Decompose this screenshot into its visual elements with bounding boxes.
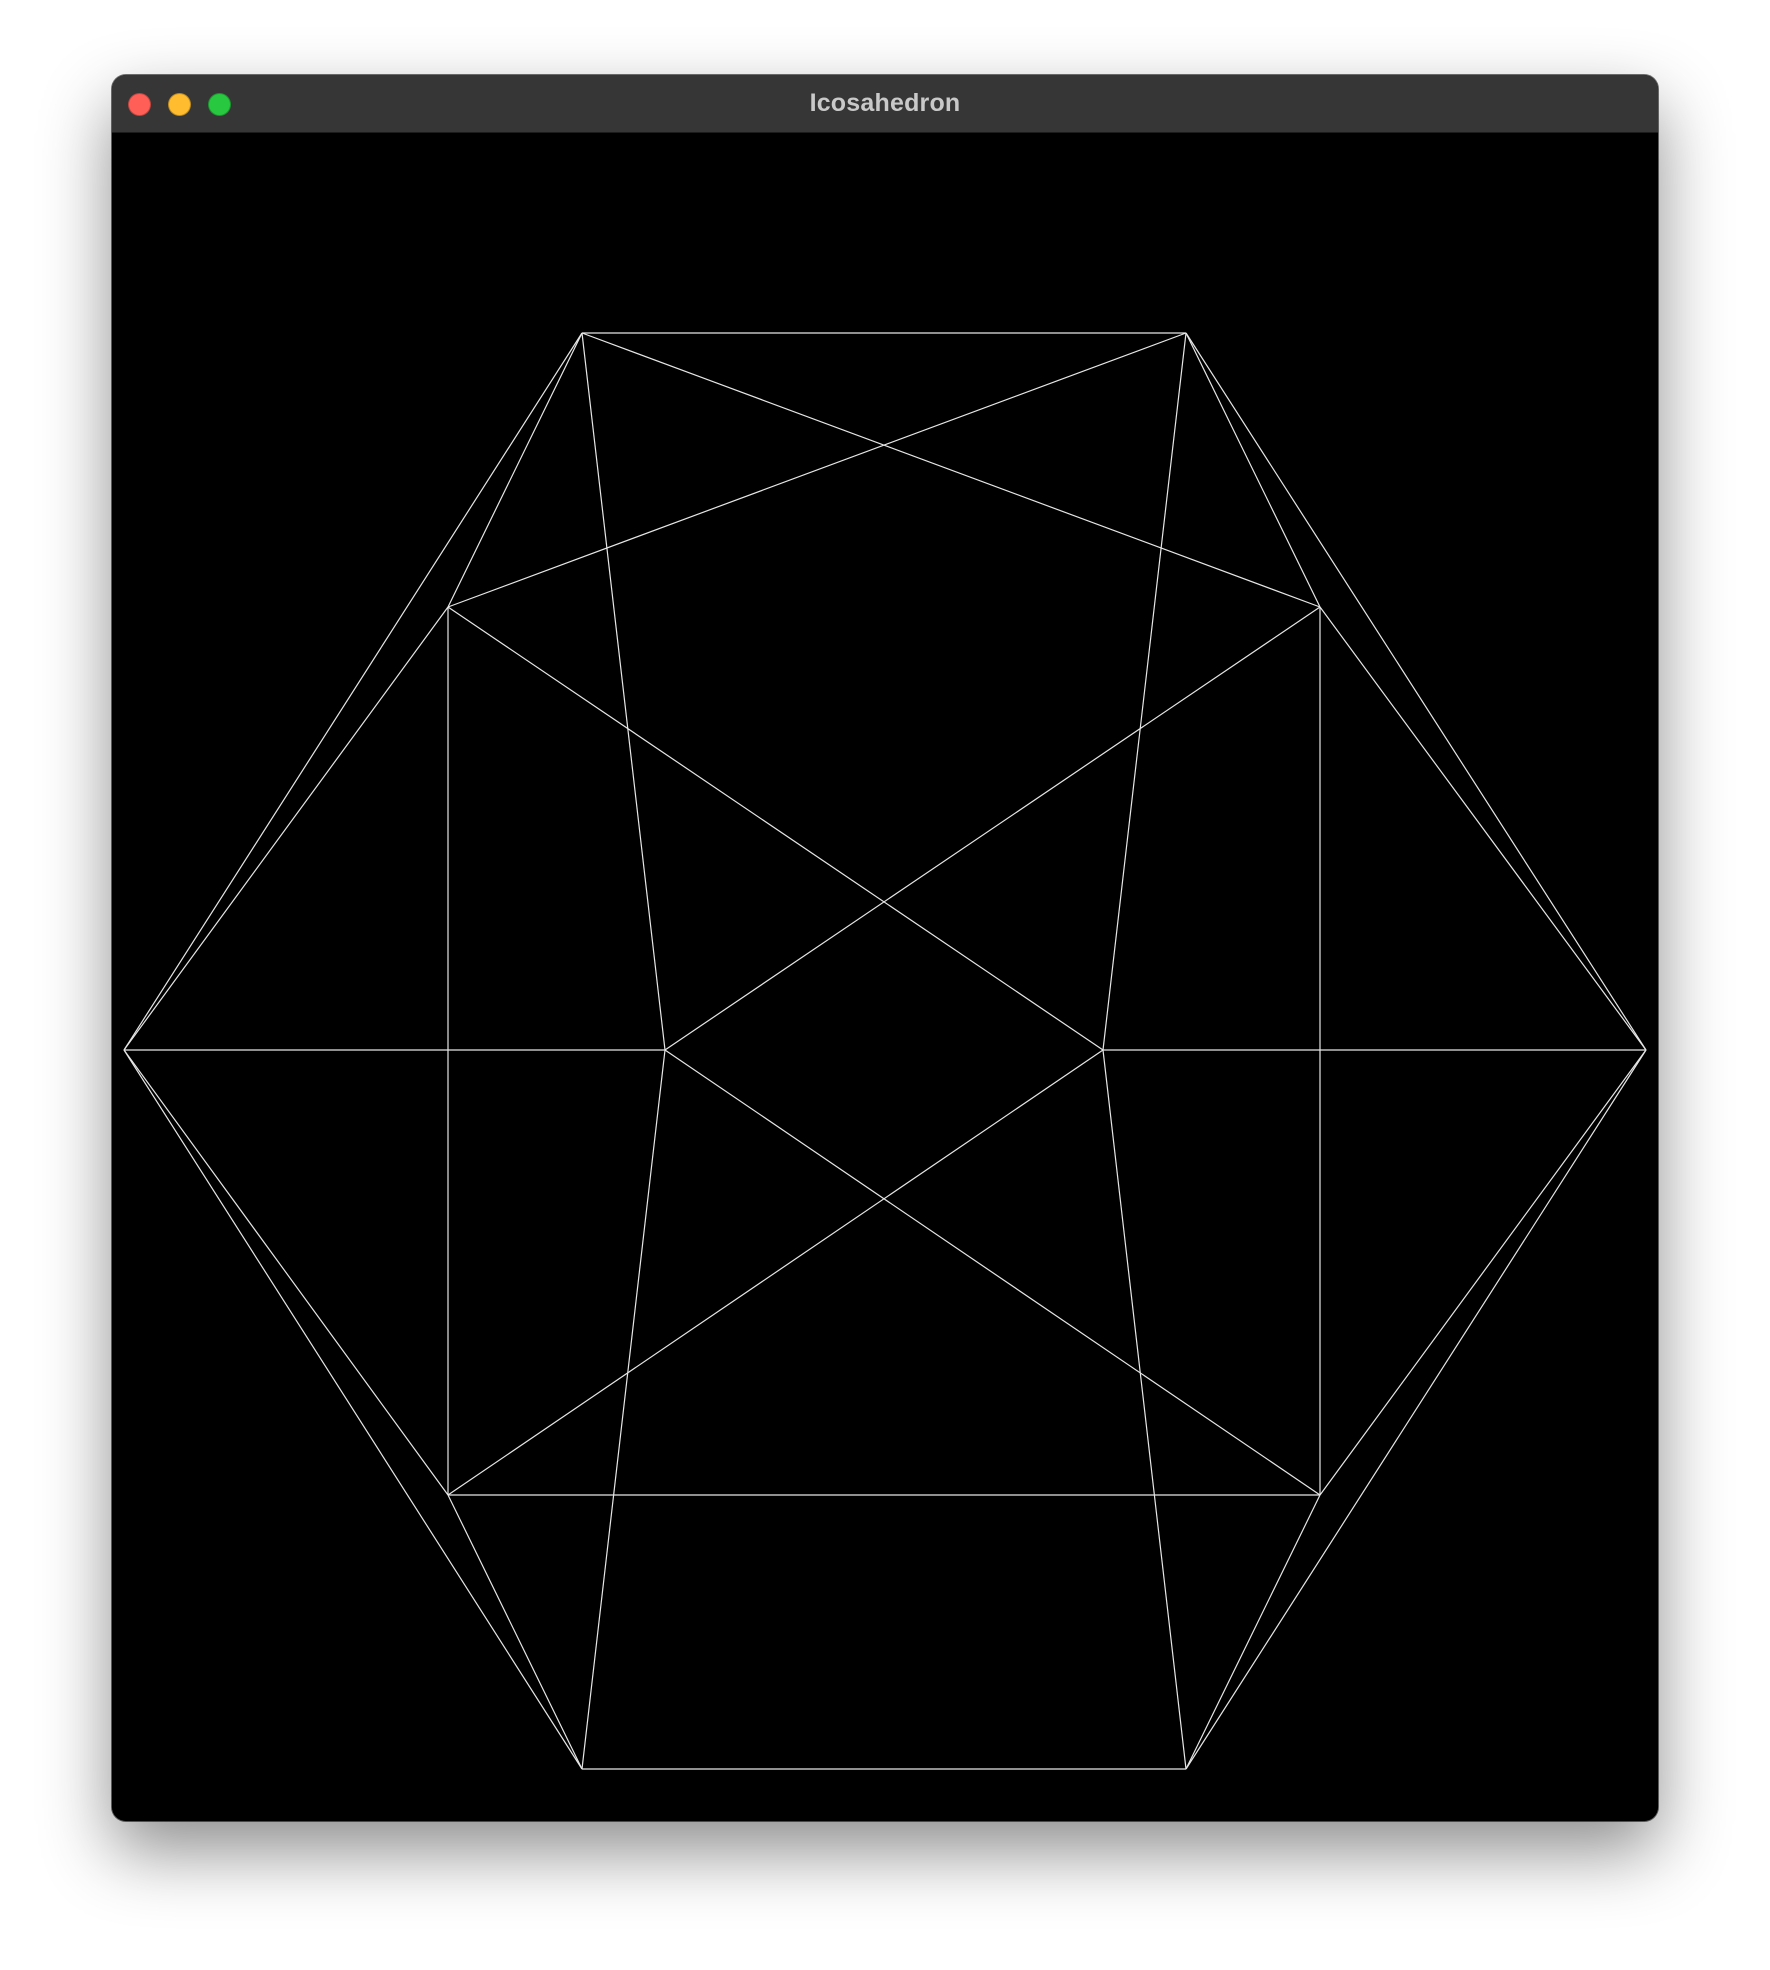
edge-fj (664, 1049, 1321, 1496)
edge-ce (123, 606, 449, 1051)
edge-af (581, 332, 666, 1051)
title-bar[interactable]: Icosahedron (112, 75, 1658, 133)
edge-bc (447, 332, 1187, 608)
edge-ad (581, 332, 1321, 608)
edge-bg (1102, 332, 1187, 1051)
edge-ei (123, 1049, 449, 1496)
icosahedron-wireframe (123, 332, 1647, 1770)
edge-gl (1102, 1049, 1187, 1770)
render-viewport[interactable] (112, 133, 1658, 1821)
edge-ik (447, 1494, 583, 1770)
edge-cg (447, 606, 1104, 1051)
edge-df (664, 606, 1321, 1051)
edge-ek (123, 1049, 583, 1770)
edge-ae (123, 332, 583, 1051)
edge-bh (1185, 332, 1647, 1051)
app-window: Icosahedron (112, 75, 1658, 1821)
edge-fk (581, 1049, 666, 1770)
edge-hl (1185, 1049, 1647, 1770)
edge-ac (447, 332, 583, 608)
edge-gi (447, 1049, 1104, 1496)
edge-bd (1185, 332, 1321, 608)
edge-hj (1319, 1049, 1647, 1496)
edge-jl (1185, 1494, 1321, 1770)
edge-dh (1319, 606, 1647, 1051)
window-title: Icosahedron (809, 89, 961, 117)
